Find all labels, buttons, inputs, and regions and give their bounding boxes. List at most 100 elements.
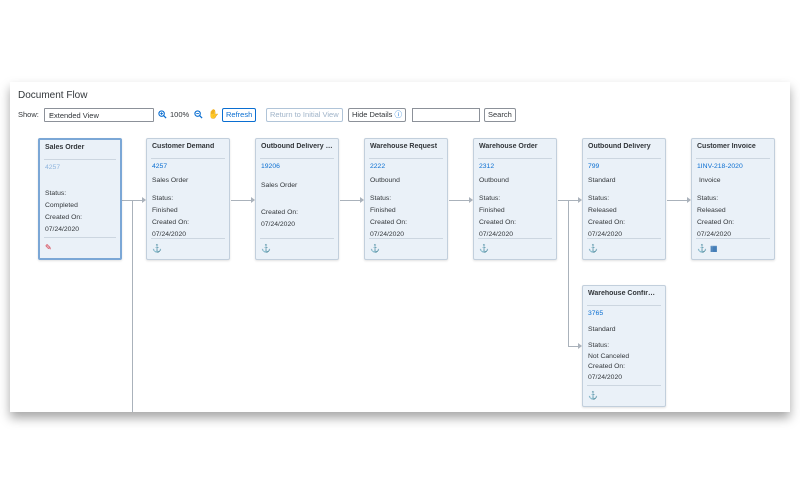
created-on-label: Created On: [588,363,626,370]
zoom-level: 100% [170,110,190,119]
divider [260,158,334,159]
pdf-document-icon[interactable]: ✎ [45,243,52,252]
divider [44,237,116,238]
divider [260,238,334,239]
created-on-label: Created On: [697,219,735,226]
divider [696,158,770,159]
anchor-icon[interactable]: ⚓ [479,244,489,253]
connector [122,200,144,201]
document-type: Sales Order [152,177,189,184]
document-id-link[interactable]: 4257 [45,164,60,171]
node-sales-order[interactable]: Sales Order 4257 Status: Completed Creat… [38,138,122,260]
created-on-date: 07/24/2020 [45,226,80,233]
view-select[interactable]: Extended View ⌄ [44,108,154,122]
document-id-link[interactable]: 3765 [588,310,603,317]
anchor-icon[interactable]: ⚓ [588,391,598,400]
divider [587,158,661,159]
zoom-in-icon[interactable] [158,110,167,119]
divider [478,158,552,159]
created-on-label: Created On: [479,219,517,226]
anchor-icon[interactable]: ⚓ [370,244,380,253]
hide-details-button[interactable]: Hide Details ⓘ [348,108,407,122]
anchor-icon[interactable]: ⚓ [261,244,271,253]
document-id-link[interactable]: 19206 [261,163,280,170]
pan-hand-icon[interactable]: ✋ [208,109,219,120]
status-label: Status: [152,195,174,202]
node-title: Sales Order [45,144,85,151]
node-outbound-delivery-request[interactable]: Outbound Delivery R... 19206 Sales Order… [255,138,339,260]
status-label: Status: [588,195,610,202]
connector-vertical-main [132,200,133,412]
connector [231,200,253,201]
created-on-label: Created On: [588,219,626,226]
document-flow-panel: Document Flow Show: Extended View ⌄ 100%… [10,82,790,412]
refresh-button[interactable]: Refresh [222,108,257,122]
created-on-label: Created On: [45,214,83,221]
status-value: Finished [370,207,396,214]
document-type: Standard [588,177,616,184]
node-warehouse-request[interactable]: Warehouse Request 2222 Outbound Status: … [364,138,448,260]
node-customer-invoice[interactable]: Customer Invoice 1INV-218-2020 Invoice S… [691,138,775,260]
document-type: Outbound [479,177,509,184]
search-input[interactable] [412,108,480,122]
show-label: Show: [18,110,39,119]
document-id-link[interactable]: 2312 [479,163,494,170]
connector [449,200,471,201]
panel-title: Document Flow [18,90,88,101]
created-on-label: Created On: [370,219,408,226]
document-id-link[interactable]: 799 [588,163,599,170]
chevron-down-icon: ⌄ [49,111,55,118]
node-outbound-delivery[interactable]: Outbound Delivery 799 Standard Status: R… [582,138,666,260]
anchor-icon[interactable]: ⚓ [697,244,707,253]
node-title: Warehouse Request [370,143,438,150]
hide-details-label: Hide Details [352,110,393,119]
status-label: Status: [370,195,392,202]
document-list-icon[interactable]: ▦ [710,244,718,253]
divider [151,238,225,239]
status-label: Status: [479,195,501,202]
search-button[interactable]: Search [484,108,516,122]
anchor-icon[interactable]: ⚓ [588,244,598,253]
created-on-date: 07/24/2020 [261,221,296,228]
zoom-out-icon[interactable] [194,110,203,119]
created-on-label: Created On: [152,219,190,226]
document-type: Standard [588,326,616,333]
status-label: Status: [697,195,719,202]
created-on-date: 07/24/2020 [152,231,187,238]
document-id-link[interactable]: 4257 [152,163,167,170]
node-title: Customer Demand [152,143,215,150]
document-type: Invoice [699,177,721,184]
divider [44,159,116,160]
node-customer-demand[interactable]: Customer Demand 4257 Sales Order Status:… [146,138,230,260]
divider [587,238,661,239]
divider [478,238,552,239]
status-value: Released [588,207,617,214]
created-on-date: 07/24/2020 [588,374,623,381]
created-on-date: 07/24/2020 [479,231,514,238]
created-on-label: Created On: [261,209,299,216]
node-title: Warehouse Order [479,143,538,150]
node-title: Outbound Delivery [588,143,651,150]
connector-vertical-branch [568,200,569,346]
connector [558,200,580,201]
return-to-initial-view-button[interactable]: Return to Initial View [266,108,343,122]
document-id-link[interactable]: 1INV-218-2020 [697,163,743,170]
status-label: Status: [588,342,610,349]
created-on-date: 07/24/2020 [370,231,405,238]
divider [587,385,661,386]
status-value: Finished [479,207,505,214]
status-value: Not Canceled [588,353,630,360]
status-value: Released [697,207,726,214]
document-id-link[interactable]: 2222 [370,163,385,170]
document-type: Outbound [370,177,400,184]
node-title: Customer Invoice [697,143,756,150]
document-type: Sales Order [261,182,298,189]
anchor-icon[interactable]: ⚓ [152,244,162,253]
divider [369,238,443,239]
help-circle-icon: ⓘ [394,110,403,119]
node-title: Outbound Delivery R... [261,143,334,150]
node-warehouse-confirmation[interactable]: Warehouse Confirmat... 3765 Standard Sta… [582,285,666,407]
status-label: Status: [45,190,67,197]
node-warehouse-order[interactable]: Warehouse Order 2312 Outbound Status: Fi… [473,138,557,260]
divider [369,158,443,159]
